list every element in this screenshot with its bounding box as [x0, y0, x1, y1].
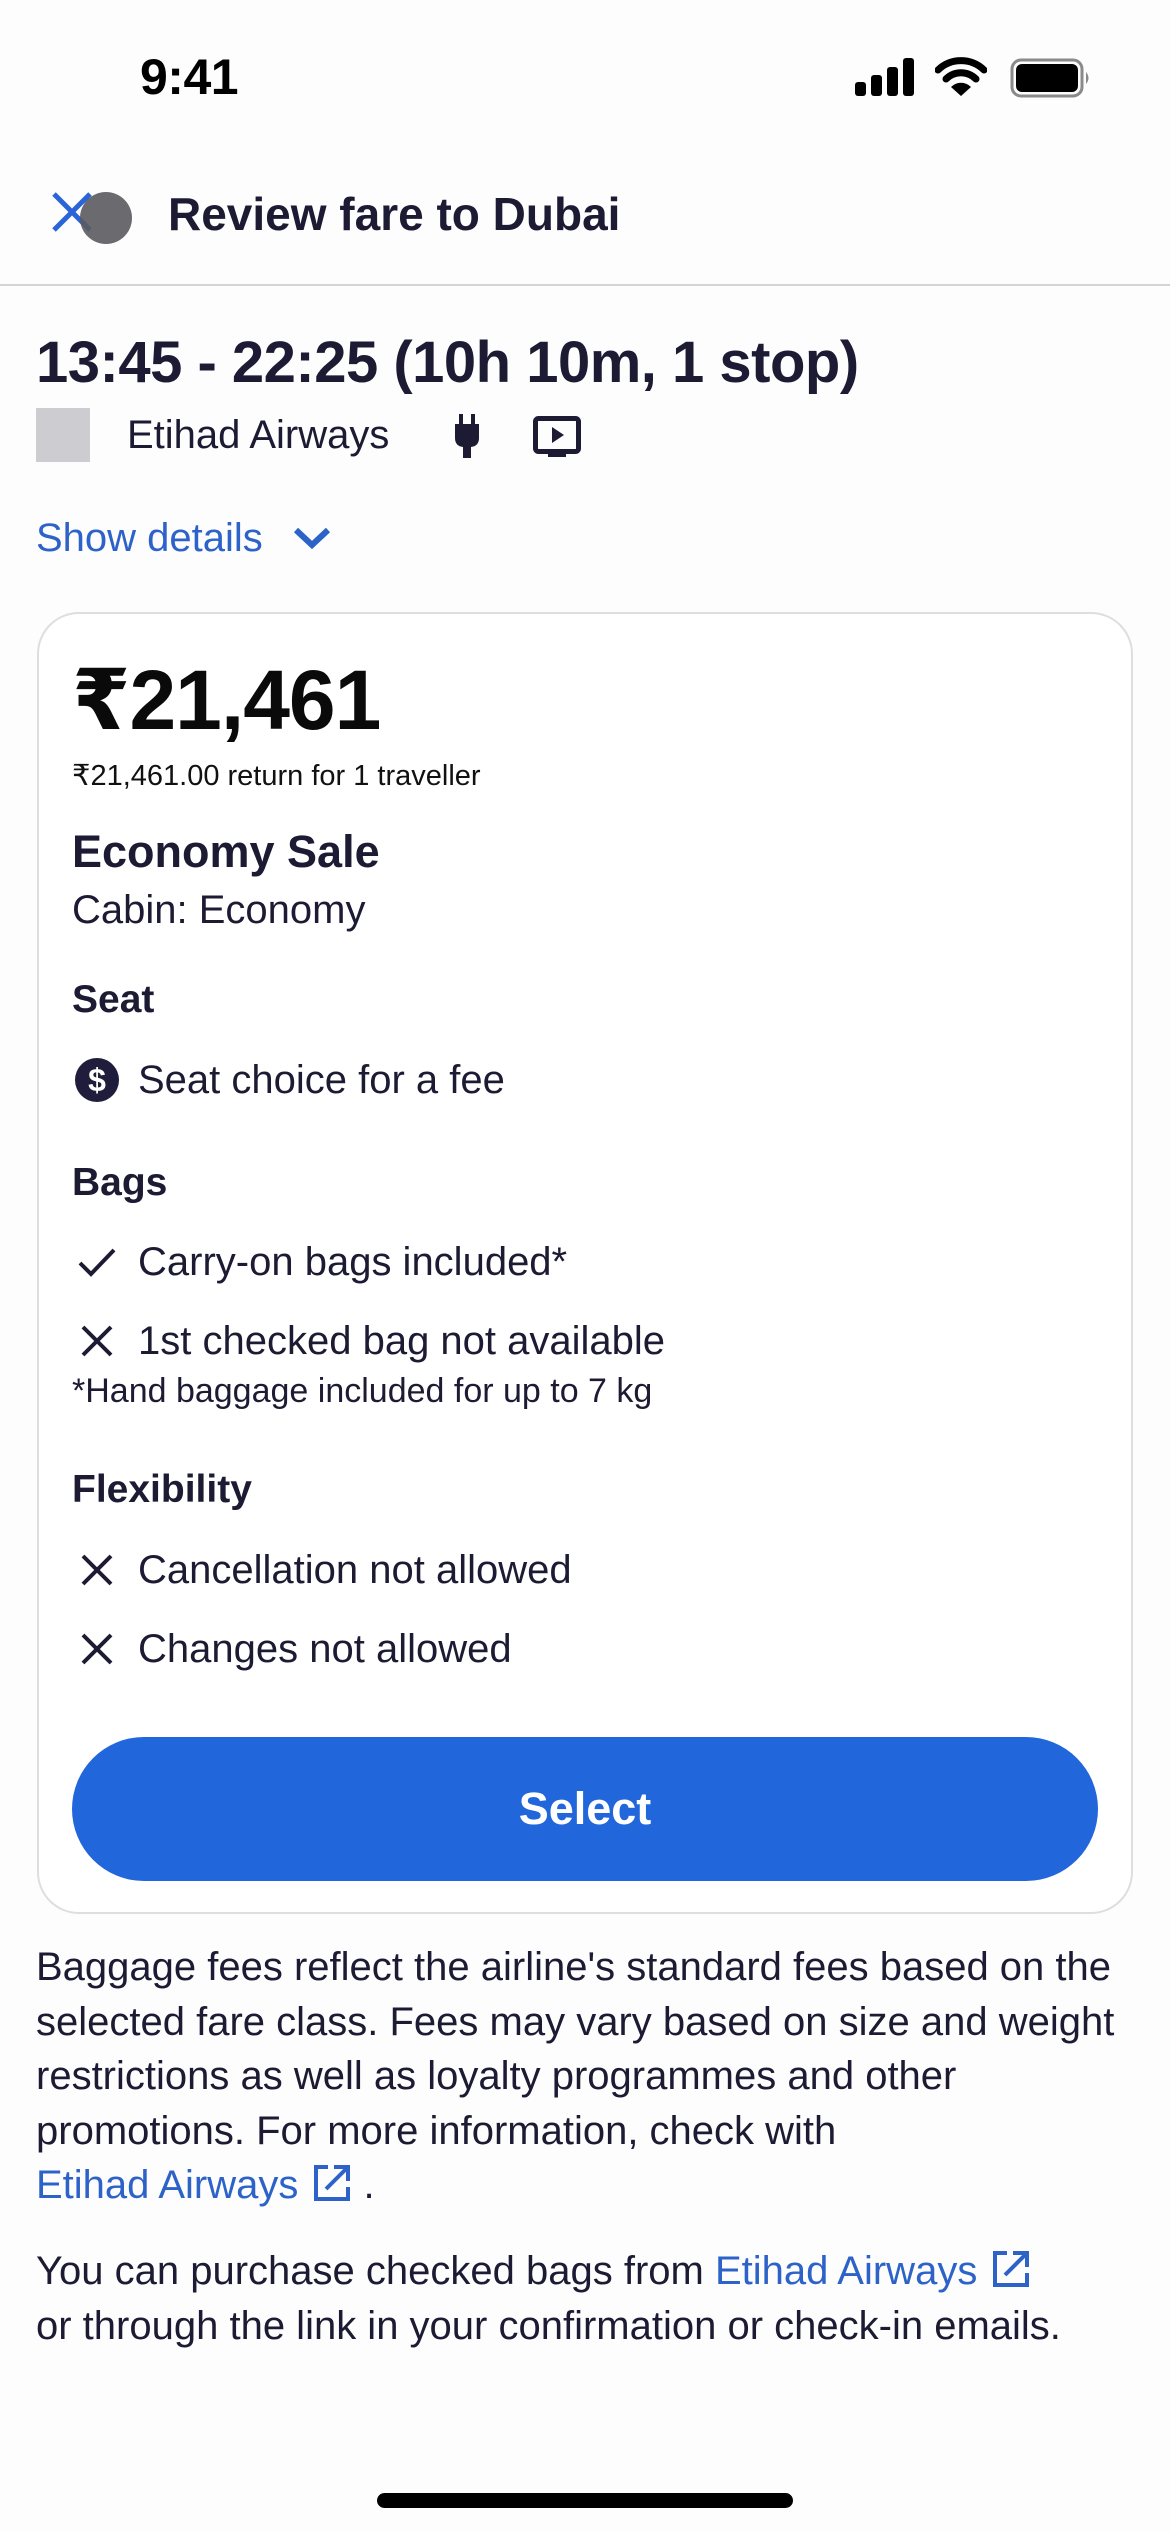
check-icon [72, 1237, 122, 1287]
cabin-class: Cabin: Economy [72, 888, 366, 932]
show-details-label: Show details [36, 516, 263, 560]
bags-heading: Bags [72, 1161, 168, 1204]
feature-changes: Changes not allowed [72, 1621, 512, 1677]
cellular-signal-icon [855, 58, 915, 96]
header-divider [0, 284, 1170, 286]
page-title: Review fare to Dubai [168, 188, 621, 240]
airline-name: Etihad Airways [127, 413, 390, 457]
baggage-fees-text: Baggage fees reflect the airline's stand… [36, 1945, 1115, 2153]
feature-label: 1st checked bag not available [138, 1319, 666, 1363]
feature-label: Cancellation not allowed [138, 1548, 572, 1592]
feature-label: Carry-on bags included* [138, 1240, 568, 1284]
purchase-bags-paragraph: You can purchase checked bags from Etiha… [36, 2244, 1146, 2353]
power-plug-icon [455, 414, 479, 458]
feature-checked-bag: 1st checked bag not available [72, 1313, 665, 1369]
svg-text:$: $ [88, 1062, 106, 1098]
feature-cancellation: Cancellation not allowed [72, 1542, 572, 1598]
video-entertainment-icon [533, 416, 581, 457]
fare-price: ₹21,461 [72, 653, 381, 747]
home-indicator [377, 2493, 793, 2508]
seat-heading: Seat [72, 978, 155, 1021]
etihad-airways-link-2[interactable]: Etihad Airways [715, 2249, 977, 2293]
feature-label: Changes not allowed [138, 1627, 512, 1671]
fare-price-detail: ₹21,461.00 return for 1 traveller [72, 760, 481, 792]
etihad-airways-link[interactable]: Etihad Airways [36, 2163, 298, 2207]
airline-logo [36, 408, 90, 462]
x-icon [72, 1624, 122, 1674]
x-icon [72, 1545, 122, 1595]
purchase-bags-text-end: or through the link in your confirmation… [36, 2303, 1061, 2348]
flexibility-heading: Flexibility [72, 1468, 252, 1511]
chevron-down-icon [293, 527, 330, 550]
select-button[interactable]: Select [72, 1737, 1098, 1881]
hand-baggage-note: *Hand baggage included for up to 7 kg [72, 1372, 653, 1410]
feature-seat-choice: $ Seat choice for a fee [72, 1052, 505, 1108]
purchase-bags-text-start: You can purchase checked bags from [36, 2249, 704, 2293]
wifi-icon [935, 57, 987, 96]
feature-label: Seat choice for a fee [138, 1058, 505, 1102]
baggage-fees-paragraph: Baggage fees reflect the airline's stand… [36, 1940, 1146, 2213]
fare-name: Economy Sale [72, 826, 380, 877]
battery-icon [1010, 58, 1089, 98]
dollar-circle-icon: $ [72, 1055, 122, 1105]
external-link-icon[interactable] [312, 2163, 352, 2203]
x-icon [72, 1316, 122, 1366]
feature-carry-on: Carry-on bags included* [72, 1234, 567, 1290]
external-link-icon[interactable] [991, 2249, 1031, 2289]
status-time: 9:41 [140, 49, 239, 105]
period: . [363, 2163, 375, 2208]
show-details-toggle[interactable]: Show details [36, 512, 331, 564]
touch-indicator [80, 192, 132, 244]
flight-times: 13:45 - 22:25 (10h 10m, 1 stop) [36, 330, 859, 395]
